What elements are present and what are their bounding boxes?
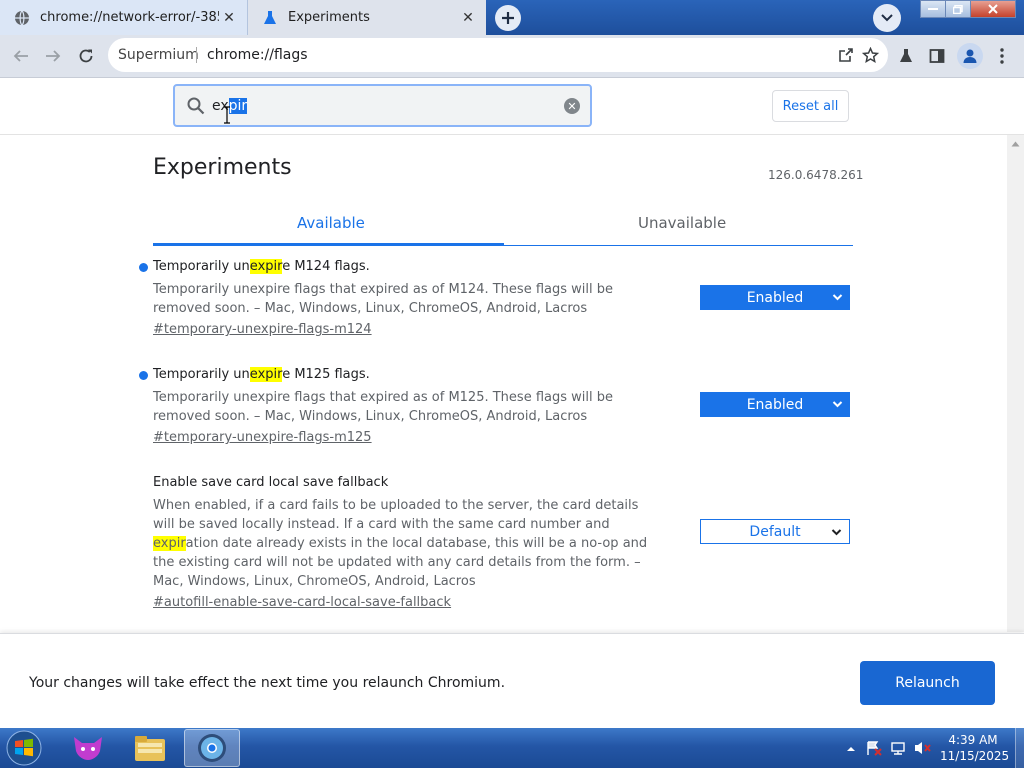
close-window-button[interactable]	[970, 0, 1016, 18]
flag-permalink[interactable]: #temporary-unexpire-flags-m125	[153, 429, 853, 447]
taskbar-file-explorer[interactable]	[122, 729, 178, 767]
text-cursor-icon	[223, 106, 231, 128]
flag-name: Temporarily unexpire M125 flags.	[153, 367, 370, 382]
show-hidden-icons-icon[interactable]	[846, 742, 856, 757]
cat-app-icon	[74, 737, 102, 760]
taskbar: 4:39 AM 11/15/2025	[0, 728, 1024, 768]
reset-all-button[interactable]: Reset all	[772, 90, 849, 122]
search-flags-input[interactable]: expir ✕	[173, 84, 592, 127]
plus-icon	[502, 12, 514, 24]
side-panel-button[interactable]	[926, 45, 948, 67]
tab-available[interactable]: Available	[297, 214, 365, 232]
bookmark-button[interactable]	[859, 44, 881, 66]
forward-button[interactable]	[42, 45, 64, 67]
share-button[interactable]	[835, 44, 857, 66]
minimize-button[interactable]	[920, 0, 946, 18]
flag-permalink[interactable]: #temporary-unexpire-flags-m124	[153, 321, 853, 339]
taskbar-browser[interactable]	[184, 729, 240, 767]
tab-close-icon[interactable]: ✕	[219, 8, 239, 28]
menu-button[interactable]	[991, 45, 1013, 67]
chevron-down-icon	[831, 526, 842, 542]
back-button[interactable]	[10, 45, 32, 67]
start-button[interactable]	[2, 728, 46, 768]
scrollbar[interactable]	[1007, 135, 1024, 632]
flag-name: Enable save card local save fallback	[153, 475, 389, 490]
version-label: 126.0.6478.261	[768, 168, 864, 182]
minimize-icon	[928, 8, 938, 10]
clock-time[interactable]: 4:39 AM	[943, 733, 1003, 747]
tab-close-icon[interactable]: ✕	[458, 8, 478, 28]
chevron-down-icon	[832, 291, 843, 307]
back-arrow-icon	[13, 50, 28, 62]
browser-toolbar: Supermium chrome://flags	[0, 35, 1024, 78]
tab-network-error[interactable]: chrome://network-error/-385 ✕	[0, 0, 248, 35]
network-icon[interactable]	[890, 740, 906, 760]
new-tab-button[interactable]	[495, 5, 521, 31]
url-text[interactable]: chrome://flags	[207, 47, 308, 63]
relaunch-button[interactable]: Relaunch	[860, 661, 995, 705]
folder-icon	[135, 736, 165, 761]
flag-permalink[interactable]: #autofill-enable-save-card-local-save-fa…	[153, 594, 853, 612]
flag-state-select[interactable]: Default	[700, 519, 850, 544]
separator	[196, 47, 197, 63]
globe-icon	[14, 10, 30, 26]
action-center-flag-icon[interactable]	[866, 740, 882, 760]
tab-title: Experiments	[288, 10, 370, 25]
volume-muted-icon[interactable]	[914, 740, 932, 760]
flag-description: Temporarily unexpire flags that expired …	[153, 282, 613, 316]
active-tab-indicator	[153, 243, 504, 246]
flag-description: Temporarily unexpire flags that expired …	[153, 390, 613, 424]
flags-header: expir ✕ Reset all	[0, 78, 1024, 135]
flag-state-value: Enabled	[746, 396, 804, 413]
reload-icon	[79, 49, 93, 63]
search-icon	[187, 97, 205, 119]
share-icon	[839, 48, 853, 62]
side-panel-icon	[929, 49, 945, 63]
browser-icon	[198, 734, 226, 762]
flag-description: When enabled, if a card fails to be uplo…	[153, 498, 648, 589]
tab-strip: chrome://network-error/-385 ✕ Experiment…	[0, 0, 1024, 35]
maximize-button[interactable]	[945, 0, 971, 18]
flags-content: Experiments 126.0.6478.261 Available Una…	[0, 135, 1024, 632]
flag-state-value: Enabled	[746, 289, 804, 306]
clock-date[interactable]: 11/15/2025	[940, 749, 1009, 763]
site-chip[interactable]: Supermium	[118, 47, 199, 63]
chevron-down-icon	[881, 14, 893, 22]
address-bar[interactable]: Supermium chrome://flags	[108, 38, 888, 72]
avatar-icon	[963, 49, 977, 63]
kebab-menu-icon	[1000, 48, 1004, 64]
profile-button[interactable]	[957, 43, 983, 69]
labs-button[interactable]	[895, 45, 917, 67]
chevron-down-icon	[832, 398, 843, 414]
modified-indicator	[139, 371, 148, 380]
star-icon	[861, 46, 879, 63]
clear-search-icon[interactable]: ✕	[564, 98, 580, 114]
close-icon	[988, 4, 998, 14]
search-query-selection: pir	[228, 98, 248, 114]
scroll-up-icon[interactable]	[1011, 137, 1020, 147]
tab-unavailable[interactable]: Unavailable	[638, 214, 726, 232]
tab-search-button[interactable]	[873, 4, 901, 32]
relaunch-bar: Your changes will take effect the next t…	[0, 633, 1024, 728]
system-tray: 4:39 AM 11/15/2025	[840, 728, 1024, 768]
flag-state-select[interactable]: Enabled	[700, 392, 850, 417]
relaunch-message: Your changes will take effect the next t…	[29, 675, 506, 691]
flag-name: Temporarily unexpire M124 flags.	[153, 259, 370, 274]
flag-state-select[interactable]: Enabled	[700, 285, 850, 310]
reload-button[interactable]	[75, 45, 97, 67]
show-desktop-button[interactable]	[1015, 728, 1024, 768]
flask-icon	[262, 10, 278, 26]
forward-arrow-icon	[46, 50, 61, 62]
windows-logo-icon	[6, 730, 42, 766]
flask-icon	[900, 49, 912, 62]
page-title: Experiments	[153, 155, 292, 180]
taskbar-app-cat[interactable]	[60, 729, 116, 767]
tab-experiments[interactable]: Experiments ✕	[248, 0, 486, 35]
tab-title: chrome://network-error/-385	[40, 10, 219, 25]
flag-state-value: Default	[749, 523, 801, 540]
restore-icon	[953, 4, 963, 14]
modified-indicator	[139, 263, 148, 272]
